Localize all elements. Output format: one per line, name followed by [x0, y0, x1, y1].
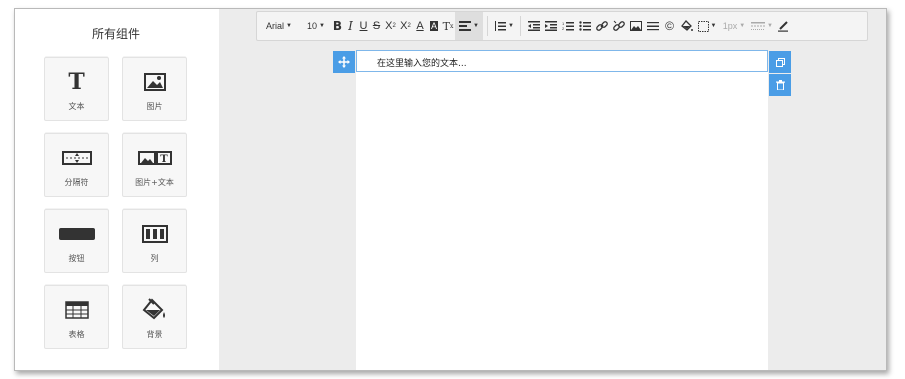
component-divider[interactable]: 分隔符	[44, 133, 109, 197]
font-family-dropdown[interactable]: Arial ▼	[257, 12, 301, 40]
underline-icon[interactable]: U	[357, 12, 370, 40]
component-label: 图片+文本	[135, 178, 174, 187]
panel-title: 所有组件	[91, 27, 140, 41]
pen-icon[interactable]	[775, 12, 791, 40]
caret-down-icon: ▼	[767, 23, 773, 29]
toolbar-divider	[520, 16, 521, 36]
delete-button[interactable]	[769, 74, 791, 96]
unordered-list-icon[interactable]	[576, 12, 593, 40]
divider-icon	[45, 146, 108, 170]
font-color-icon[interactable]: A	[413, 12, 427, 40]
component-text[interactable]: T 文本	[44, 57, 109, 121]
caret-down-icon: ▼	[319, 23, 325, 29]
component-label: 文本	[68, 102, 85, 111]
component-button[interactable]: 按钮	[44, 209, 109, 273]
superscript-icon[interactable]: X2	[398, 12, 413, 40]
format-toolbar: Arial ▼ 10 ▼ B I U S X2 X2 A A Tx ▼ ▼ 12 ©…	[256, 11, 868, 41]
caret-down-icon: ▼	[508, 23, 514, 29]
fill-color-icon[interactable]	[678, 12, 695, 40]
align-left-icon	[459, 21, 472, 31]
copy-icon	[775, 57, 785, 67]
unlink-icon[interactable]	[610, 12, 627, 40]
component-table[interactable]: 表格	[44, 285, 109, 349]
subscript-icon[interactable]: X2	[383, 12, 398, 40]
svg-text:2: 2	[562, 26, 565, 31]
component-label: 背景	[146, 330, 163, 339]
text-placeholder[interactable]: 在这里输入您的文本...	[377, 56, 467, 69]
toolbar-divider	[487, 16, 488, 36]
component-image[interactable]: 图片	[122, 57, 187, 121]
border-icon	[697, 20, 709, 32]
line-height-icon	[495, 21, 507, 31]
duplicate-button[interactable]	[769, 51, 791, 73]
indent-icon[interactable]	[542, 12, 559, 40]
insert-image-icon[interactable]	[627, 12, 644, 40]
caret-down-icon: ▼	[710, 23, 717, 29]
bold-icon[interactable]: B	[331, 12, 344, 40]
italic-icon[interactable]: I	[344, 12, 357, 40]
svg-text:T: T	[160, 154, 168, 165]
border-style-dropdown[interactable]: ▼	[749, 12, 775, 40]
component-label: 分隔符	[64, 178, 89, 187]
font-size-dropdown[interactable]: 10 ▼	[301, 12, 331, 40]
horizontal-rule-icon[interactable]	[644, 12, 661, 40]
component-label: 图片	[146, 102, 163, 111]
component-label: 按钮	[68, 254, 85, 263]
strikethrough-icon[interactable]: S	[370, 12, 383, 40]
outdent-icon[interactable]	[525, 12, 542, 40]
move-handle[interactable]	[333, 51, 355, 73]
clear-format-icon[interactable]: Tx	[441, 12, 455, 40]
email-canvas[interactable]	[356, 50, 768, 370]
text-block-selected[interactable]: 在这里输入您的文本...	[356, 50, 768, 72]
align-dropdown[interactable]: ▼	[455, 12, 483, 40]
image-text-icon: T	[123, 146, 186, 170]
font-size-value: 10	[307, 21, 318, 31]
border-dropdown[interactable]: ▼	[695, 12, 719, 40]
line-height-dropdown[interactable]: ▼	[492, 12, 516, 40]
move-icon	[338, 56, 350, 68]
editor-window: 所有组件 T 文本 图片 分隔符 T 图片+文本 按钮 列 表格 背景 Aria…	[14, 8, 887, 371]
caret-down-icon: ▼	[286, 23, 292, 29]
text-icon: T	[68, 69, 85, 95]
table-icon	[45, 298, 108, 322]
border-width-value: 1px	[722, 21, 738, 31]
copyright-icon[interactable]: ©	[661, 12, 678, 40]
button-icon	[45, 222, 108, 246]
background-fill-icon	[123, 298, 186, 322]
image-icon	[123, 70, 186, 94]
component-background[interactable]: 背景	[122, 285, 187, 349]
ordered-list-icon[interactable]: 12	[559, 12, 576, 40]
border-style-icon	[751, 22, 766, 30]
component-label: 表格	[68, 330, 85, 339]
component-image-text[interactable]: T 图片+文本	[122, 133, 187, 197]
component-label: 列	[150, 254, 159, 263]
columns-icon	[123, 222, 186, 246]
highlight-icon[interactable]: A	[427, 12, 441, 40]
component-columns[interactable]: 列	[122, 209, 187, 273]
link-icon[interactable]	[593, 12, 610, 40]
font-family-value: Arial	[266, 21, 285, 31]
components-panel: 所有组件 T 文本 图片 分隔符 T 图片+文本 按钮 列 表格 背景	[15, 9, 219, 370]
caret-down-icon: ▼	[739, 23, 746, 29]
caret-down-icon: ▼	[473, 23, 479, 29]
border-width-dropdown[interactable]: 1px ▼	[719, 12, 749, 40]
trash-icon	[775, 80, 785, 90]
